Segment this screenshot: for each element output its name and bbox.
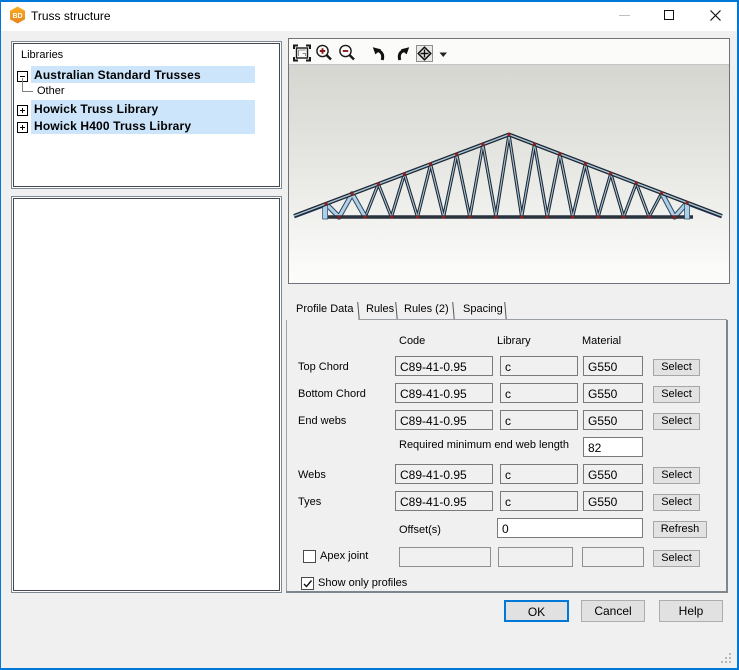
svg-text:BD: BD — [12, 13, 22, 20]
